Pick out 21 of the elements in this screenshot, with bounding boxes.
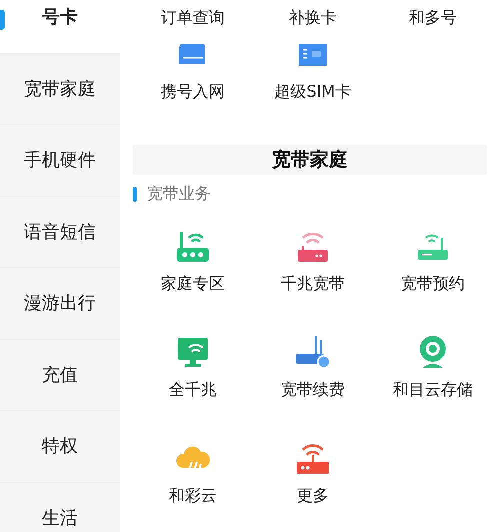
group-marker [133, 187, 137, 202]
sidebar-item[interactable]: 充值 [0, 340, 120, 411]
service-label[interactable]: 宽带预约 [401, 274, 465, 294]
service-label[interactable]: 家庭专区 [161, 274, 225, 294]
service-label[interactable]: 和目云存储 [393, 380, 473, 400]
selection-bar [0, 10, 5, 30]
service-label[interactable]: 订单查询 [161, 8, 225, 28]
service-label[interactable]: 补换卡 [289, 8, 337, 28]
service-label[interactable]: 千兆宽带 [281, 274, 345, 294]
service-label[interactable]: 和彩云 [169, 486, 217, 506]
service-label[interactable]: 超级SIM卡 [274, 82, 352, 102]
service-label[interactable]: 更多 [297, 486, 329, 506]
sidebar-item[interactable]: 号卡 [0, 0, 120, 54]
sidebar-item[interactable]: 语音短信 [0, 196, 120, 268]
service-label[interactable]: 宽带续费 [281, 380, 345, 400]
service-label[interactable]: 和多号 [409, 8, 457, 28]
group-title: 宽带业务 [147, 184, 211, 205]
service-label[interactable]: 携号入网 [161, 82, 225, 102]
service-label[interactable]: 全千兆 [169, 380, 217, 400]
section-header: 宽带家庭 [133, 145, 487, 175]
sidebar-item[interactable]: 宽带家庭 [0, 54, 120, 125]
